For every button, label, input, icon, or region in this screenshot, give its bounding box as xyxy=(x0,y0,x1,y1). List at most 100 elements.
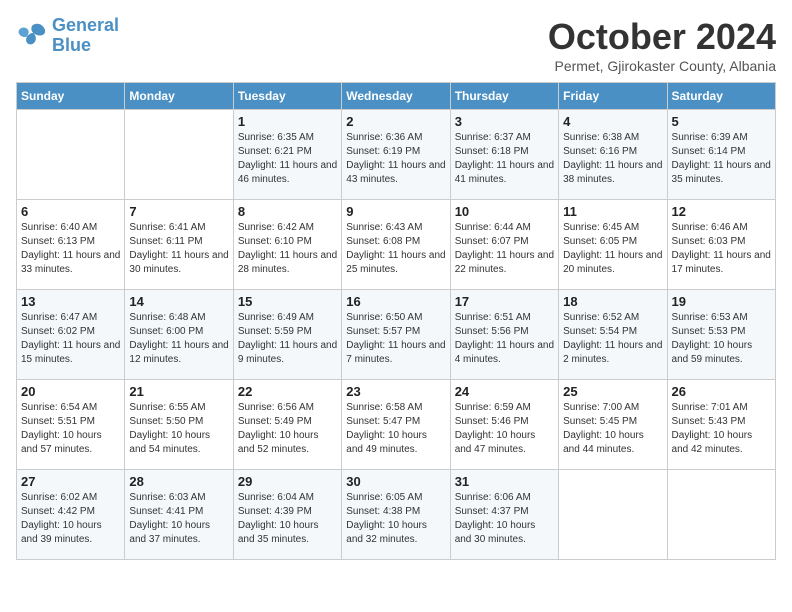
title-block: October 2024 Permet, Gjirokaster County,… xyxy=(548,16,776,74)
calendar-cell: 8 Sunrise: 6:42 AM Sunset: 6:10 PM Daylig… xyxy=(233,200,341,290)
day-number: 12 xyxy=(672,204,771,219)
day-info: Sunrise: 6:36 AM Sunset: 6:19 PM Dayligh… xyxy=(346,131,445,187)
location-subtitle: Permet, Gjirokaster County, Albania xyxy=(548,58,776,74)
calendar-cell xyxy=(667,470,775,560)
day-number: 20 xyxy=(21,384,120,399)
day-number: 2 xyxy=(346,114,445,129)
day-info: Sunrise: 6:49 AM Sunset: 5:59 PM Dayligh… xyxy=(238,311,337,367)
calendar-week-3: 13 Sunrise: 6:47 AM Sunset: 6:02 PM Dayli… xyxy=(17,290,776,380)
calendar-cell: 24Sunrise: 6:59 AM Sunset: 5:46 PM Dayli… xyxy=(450,380,558,470)
column-header-thursday: Thursday xyxy=(450,83,558,110)
calendar-week-5: 27 Sunrise: 6:02 AM Sunset: 4:42 PM Dayli… xyxy=(17,470,776,560)
calendar-cell: 13 Sunrise: 6:47 AM Sunset: 6:02 PM Dayli… xyxy=(17,290,125,380)
calendar-cell: 1Sunrise: 6:35 AM Sunset: 6:21 PM Daylig… xyxy=(233,110,341,200)
calendar-cell: 25Sunrise: 7:00 AM Sunset: 5:45 PM Dayli… xyxy=(559,380,667,470)
calendar-cell: 19 Sunrise: 6:53 AM Sunset: 5:53 PM Dayli… xyxy=(667,290,775,380)
column-header-sunday: Sunday xyxy=(17,83,125,110)
month-title: October 2024 xyxy=(548,16,776,58)
day-number: 21 xyxy=(129,384,228,399)
day-info: Sunrise: 6:56 AM Sunset: 5:49 PM Dayligh… xyxy=(238,401,337,457)
day-number: 31 xyxy=(455,474,554,489)
day-info: Sunrise: 6:46 AM Sunset: 6:03 PM Dayligh… xyxy=(672,221,771,277)
day-number: 7 xyxy=(129,204,228,219)
logo: General Blue xyxy=(16,16,119,56)
day-info: Sunrise: 6:58 AM Sunset: 5:47 PM Dayligh… xyxy=(346,401,445,457)
page-header: General Blue October 2024 Permet, Gjirok… xyxy=(16,16,776,74)
calendar-cell: 15 Sunrise: 6:49 AM Sunset: 5:59 PM Dayli… xyxy=(233,290,341,380)
calendar-cell xyxy=(559,470,667,560)
day-number: 19 xyxy=(672,294,771,309)
calendar-week-1: 1Sunrise: 6:35 AM Sunset: 6:21 PM Daylig… xyxy=(17,110,776,200)
day-number: 24 xyxy=(455,384,554,399)
day-info: Sunrise: 6:39 AM Sunset: 6:14 PM Dayligh… xyxy=(672,131,771,187)
day-info: Sunrise: 6:44 AM Sunset: 6:07 PM Dayligh… xyxy=(455,221,554,277)
calendar-cell: 11 Sunrise: 6:45 AM Sunset: 6:05 PM Dayli… xyxy=(559,200,667,290)
day-number: 15 xyxy=(238,294,337,309)
calendar-cell: 26 Sunrise: 7:01 AM Sunset: 5:43 PM Dayli… xyxy=(667,380,775,470)
calendar-cell: 12 Sunrise: 6:46 AM Sunset: 6:03 PM Dayli… xyxy=(667,200,775,290)
day-number: 4 xyxy=(563,114,662,129)
day-info: Sunrise: 6:38 AM Sunset: 6:16 PM Dayligh… xyxy=(563,131,662,187)
day-number: 11 xyxy=(563,204,662,219)
day-number: 14 xyxy=(129,294,228,309)
calendar-cell: 4 Sunrise: 6:38 AM Sunset: 6:16 PM Daylig… xyxy=(559,110,667,200)
calendar-cell: 3 Sunrise: 6:37 AM Sunset: 6:18 PM Daylig… xyxy=(450,110,558,200)
day-info: Sunrise: 6:47 AM Sunset: 6:02 PM Dayligh… xyxy=(21,311,120,367)
calendar-cell xyxy=(125,110,233,200)
calendar-cell: 27 Sunrise: 6:02 AM Sunset: 4:42 PM Dayli… xyxy=(17,470,125,560)
day-info: Sunrise: 7:01 AM Sunset: 5:43 PM Dayligh… xyxy=(672,401,771,457)
day-number: 29 xyxy=(238,474,337,489)
day-info: Sunrise: 6:55 AM Sunset: 5:50 PM Dayligh… xyxy=(129,401,228,457)
day-info: Sunrise: 6:51 AM Sunset: 5:56 PM Dayligh… xyxy=(455,311,554,367)
calendar-header-row: SundayMondayTuesdayWednesdayThursdayFrid… xyxy=(17,83,776,110)
day-info: Sunrise: 6:50 AM Sunset: 5:57 PM Dayligh… xyxy=(346,311,445,367)
day-info: Sunrise: 7:00 AM Sunset: 5:45 PM Dayligh… xyxy=(563,401,662,457)
day-number: 30 xyxy=(346,474,445,489)
day-number: 28 xyxy=(129,474,228,489)
day-info: Sunrise: 6:02 AM Sunset: 4:42 PM Dayligh… xyxy=(21,491,120,547)
day-number: 26 xyxy=(672,384,771,399)
day-number: 13 xyxy=(21,294,120,309)
calendar-cell: 5 Sunrise: 6:39 AM Sunset: 6:14 PM Daylig… xyxy=(667,110,775,200)
calendar-cell: 6 Sunrise: 6:40 AM Sunset: 6:13 PM Daylig… xyxy=(17,200,125,290)
day-number: 16 xyxy=(346,294,445,309)
calendar-cell: 28 Sunrise: 6:03 AM Sunset: 4:41 PM Dayli… xyxy=(125,470,233,560)
calendar-week-4: 20 Sunrise: 6:54 AM Sunset: 5:51 PM Dayli… xyxy=(17,380,776,470)
calendar-cell: 31 Sunrise: 6:06 AM Sunset: 4:37 PM Dayli… xyxy=(450,470,558,560)
calendar-cell xyxy=(17,110,125,200)
day-number: 3 xyxy=(455,114,554,129)
calendar-cell: 14 Sunrise: 6:48 AM Sunset: 6:00 PM Dayli… xyxy=(125,290,233,380)
calendar-cell: 18Sunrise: 6:52 AM Sunset: 5:54 PM Dayli… xyxy=(559,290,667,380)
day-info: Sunrise: 6:41 AM Sunset: 6:11 PM Dayligh… xyxy=(129,221,228,277)
day-number: 8 xyxy=(238,204,337,219)
day-number: 6 xyxy=(21,204,120,219)
calendar-week-2: 6 Sunrise: 6:40 AM Sunset: 6:13 PM Daylig… xyxy=(17,200,776,290)
day-info: Sunrise: 6:54 AM Sunset: 5:51 PM Dayligh… xyxy=(21,401,120,457)
day-number: 18 xyxy=(563,294,662,309)
day-info: Sunrise: 6:37 AM Sunset: 6:18 PM Dayligh… xyxy=(455,131,554,187)
day-info: Sunrise: 6:48 AM Sunset: 6:00 PM Dayligh… xyxy=(129,311,228,367)
calendar-cell: 9Sunrise: 6:43 AM Sunset: 6:08 PM Daylig… xyxy=(342,200,450,290)
day-number: 22 xyxy=(238,384,337,399)
calendar-cell: 17 Sunrise: 6:51 AM Sunset: 5:56 PM Dayli… xyxy=(450,290,558,380)
calendar-cell: 23 Sunrise: 6:58 AM Sunset: 5:47 PM Dayli… xyxy=(342,380,450,470)
day-info: Sunrise: 6:06 AM Sunset: 4:37 PM Dayligh… xyxy=(455,491,554,547)
day-number: 9 xyxy=(346,204,445,219)
logo-text: General Blue xyxy=(52,16,119,56)
column-header-tuesday: Tuesday xyxy=(233,83,341,110)
day-number: 5 xyxy=(672,114,771,129)
day-info: Sunrise: 6:45 AM Sunset: 6:05 PM Dayligh… xyxy=(563,221,662,277)
day-info: Sunrise: 6:35 AM Sunset: 6:21 PM Dayligh… xyxy=(238,131,337,187)
column-header-friday: Friday xyxy=(559,83,667,110)
day-info: Sunrise: 6:40 AM Sunset: 6:13 PM Dayligh… xyxy=(21,221,120,277)
day-info: Sunrise: 6:42 AM Sunset: 6:10 PM Dayligh… xyxy=(238,221,337,277)
day-info: Sunrise: 6:03 AM Sunset: 4:41 PM Dayligh… xyxy=(129,491,228,547)
day-number: 27 xyxy=(21,474,120,489)
day-info: Sunrise: 6:05 AM Sunset: 4:38 PM Dayligh… xyxy=(346,491,445,547)
column-header-saturday: Saturday xyxy=(667,83,775,110)
calendar-cell: 7 Sunrise: 6:41 AM Sunset: 6:11 PM Daylig… xyxy=(125,200,233,290)
day-info: Sunrise: 6:04 AM Sunset: 4:39 PM Dayligh… xyxy=(238,491,337,547)
day-info: Sunrise: 6:53 AM Sunset: 5:53 PM Dayligh… xyxy=(672,311,771,367)
day-number: 23 xyxy=(346,384,445,399)
day-number: 17 xyxy=(455,294,554,309)
